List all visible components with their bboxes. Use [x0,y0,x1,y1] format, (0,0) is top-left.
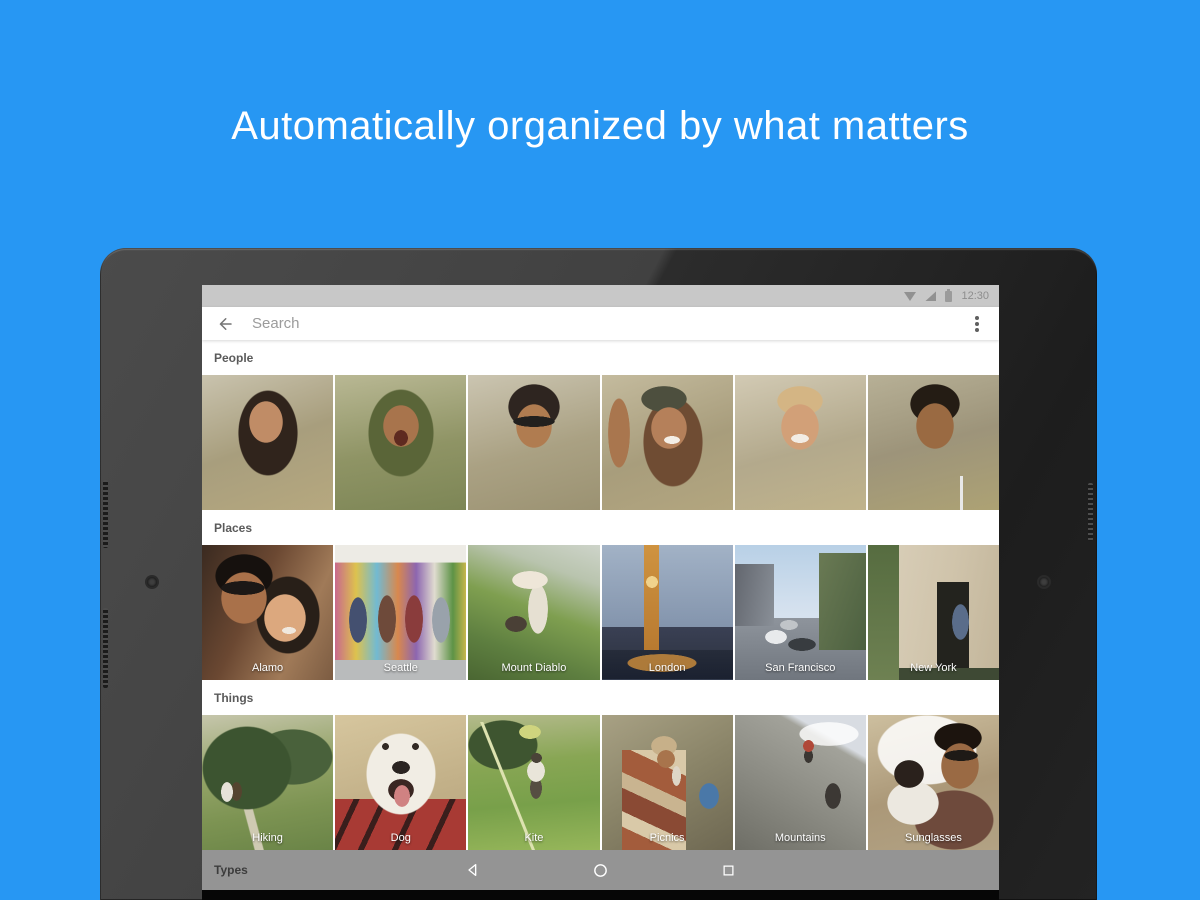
search-bar[interactable]: Search [202,307,999,340]
photo-person[interactable] [202,375,334,510]
photo-place[interactable]: London [601,545,733,680]
tablet-device-frame: 12:30 Search People Places Alamo Seattle [100,248,1097,900]
photo-thing[interactable]: Sunglasses [867,715,999,850]
home-button[interactable] [592,861,610,879]
people-row [202,375,999,510]
places-row: Alamo Seattle Mount Diablo London San Fr… [202,545,999,680]
things-row: Hiking Dog Kite Picnics Mountains Sungla… [202,715,999,850]
photo-thing[interactable]: Mountains [734,715,866,850]
back-button[interactable] [464,861,482,879]
photo-place[interactable]: Alamo [202,545,334,680]
photo-person[interactable] [601,375,733,510]
speaker-grille-icon [103,480,108,548]
photo-label: Sunglasses [905,832,962,844]
wifi-icon [904,291,917,301]
photo-label: Kite [524,832,544,844]
photo-person[interactable] [335,375,467,510]
photo-label: Seattle [383,662,418,674]
photo-place[interactable]: San Francisco [734,545,866,680]
photo-label: Hiking [252,832,283,844]
screen-bottom-edge [202,890,999,900]
photo-label: Dog [390,832,411,844]
photo-label: New York [910,662,957,674]
photo-person[interactable] [867,375,999,510]
photo-label: Alamo [251,662,284,674]
page-title: Automatically organized by what matters [231,104,969,148]
photo-place[interactable]: Seattle [335,545,467,680]
android-nav-bar: Types [202,850,999,890]
cellular-signal-icon [925,291,937,301]
photo-place[interactable]: New York [867,545,999,680]
search-input[interactable]: Search [252,315,975,332]
section-title-things: Things [202,680,999,715]
battery-icon [945,288,953,302]
photo-person[interactable] [734,375,866,510]
photo-label: San Francisco [765,662,836,674]
photo-thing[interactable]: Picnics [601,715,733,850]
back-arrow-icon[interactable] [216,315,234,333]
photo-label: Picnics [649,832,685,844]
status-bar: 12:30 [202,285,999,307]
photo-label: Mountains [774,832,826,844]
photo-thing[interactable]: Kite [468,715,600,850]
speaker-grille-icon [103,608,108,688]
front-camera-icon [147,577,157,587]
photo-thing[interactable]: Dog [335,715,467,850]
section-title-places: Places [202,510,999,545]
front-camera-icon [1039,577,1049,587]
photo-person[interactable] [468,375,600,510]
photo-thing[interactable]: Hiking [202,715,334,850]
photo-place[interactable]: Mount Diablo [468,545,600,680]
section-title-people: People [202,340,999,375]
recents-button[interactable] [720,861,738,879]
photo-label: London [648,662,686,674]
section-title-types: Types [214,863,248,877]
overflow-menu-icon[interactable] [975,321,979,326]
tablet-screen: 12:30 Search People Places Alamo Seattle [202,285,999,890]
status-time: 12:30 [961,290,989,302]
photo-label: Mount Diablo [501,662,567,674]
speaker-grille-icon [1088,483,1093,541]
